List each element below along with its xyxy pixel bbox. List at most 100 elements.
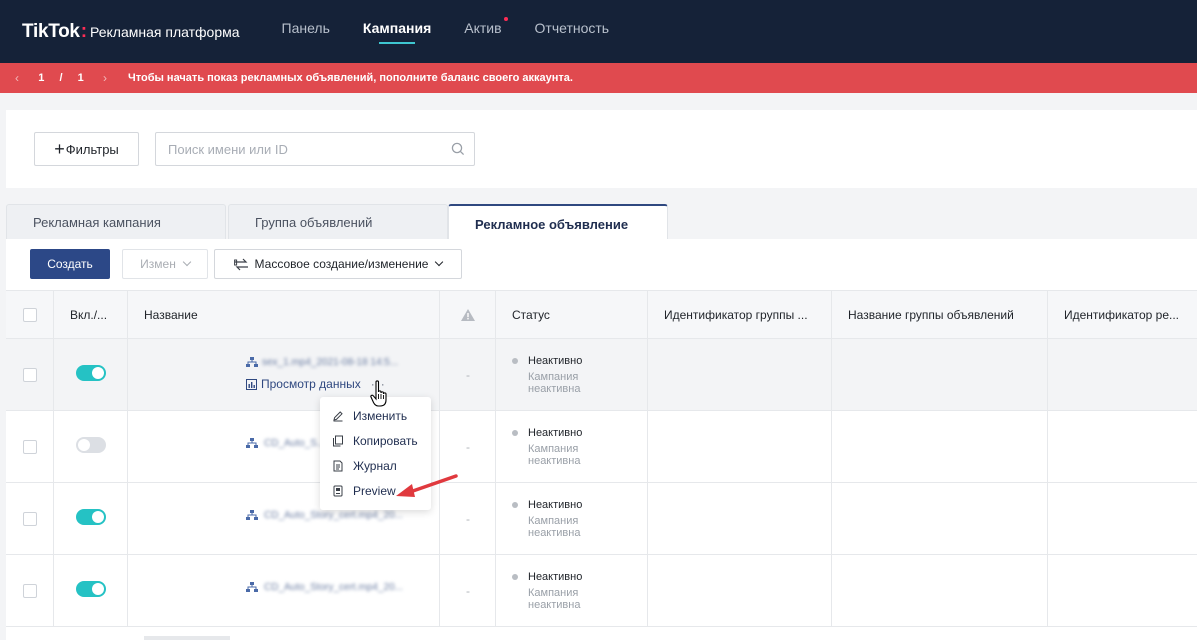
table-toolbar: Создать Измен Массовое создание/изменени… [6,239,1197,290]
tab-campaign[interactable]: Рекламная кампания [6,204,226,239]
row-checkbox[interactable] [23,584,37,598]
ad-name-link[interactable]: CD_Auto_Story_cert.mp4_20... [246,510,403,521]
table-row[interactable]: sex_1.mp4_2021-08-18 14:5... Просмотр да… [6,339,1197,411]
table-row[interactable]: CD_Auto_Story_cert.mp4_20... - Неактивно… [6,555,1197,627]
header-ad-group-id[interactable]: Идентификатор группы ... [648,291,832,339]
status-cell: Неактивно Кампания неактивна [496,555,648,626]
top-navigation-bar: TikTok : Рекламная платформа Панель Камп… [0,0,1197,63]
filter-panel: + Фильтры [6,110,1197,188]
ad-name: sex_1.mp4_2021-08-18 14:5... [262,357,399,368]
toggle-cell [54,555,128,626]
header-ad-id[interactable]: Идентификатор ре... [1048,291,1197,339]
select-cell [6,483,54,554]
tiktok-logo[interactable]: TikTok : Рекламная платформа [22,21,240,43]
create-button[interactable]: Создать [30,249,110,279]
status-cell: Неактивно Кампания неактивна [496,339,648,410]
chevron-left-icon[interactable]: ‹ [8,71,26,85]
edit-dropdown-button[interactable]: Измен [122,249,208,279]
ad-group-name-cell [832,483,1048,554]
ad-hierarchy-icon [246,510,258,520]
chevron-right-icon[interactable]: › [96,71,114,85]
alert-message: Чтобы начать показ рекламных объявлений,… [128,72,573,84]
warning-cell: - [440,339,496,410]
row-checkbox[interactable] [23,440,37,454]
filters-button-label: Фильтры [65,141,119,157]
row-checkbox[interactable] [23,368,37,382]
ads-table: Вкл./... Название Статус Идентификатор г… [6,290,1197,640]
nav-assets[interactable]: Актив [464,0,508,63]
nav-assets-label: Актив [464,20,502,36]
notification-dot [503,17,508,21]
header-status[interactable]: Статус [496,291,648,339]
menu-item-copy[interactable]: Копировать [320,428,431,453]
chevron-down-icon [435,257,444,267]
ad-name-link[interactable]: CD_Auto_Story_cert.mp4_20... [246,582,403,593]
ad-group-name-cell [832,339,1048,410]
ad-toggle[interactable] [76,581,106,597]
hand-cursor-icon [370,380,387,407]
ad-toggle[interactable] [76,437,106,453]
logo-subtitle: Рекламная платформа [90,23,240,40]
filters-button[interactable]: + Фильтры [34,132,139,166]
header-toggle[interactable]: Вкл./... [54,291,128,339]
ad-hierarchy-icon [246,438,258,448]
table-row[interactable]: CD_Auto_S... - Неактивно Кампания неакти… [6,411,1197,483]
ad-name: CD_Auto_S... [264,438,326,449]
row-checkbox[interactable] [23,512,37,526]
ad-name-link[interactable]: CD_Auto_S... [246,438,325,449]
ad-toggle[interactable] [76,365,106,381]
status-dot [512,430,518,436]
ad-group-name-cell [832,555,1048,626]
ad-group-name-cell [832,411,1048,482]
select-cell [6,411,54,482]
toggle-cell [54,411,128,482]
header-warning [440,291,496,339]
warning-cell: - [440,555,496,626]
status-text: Неактивно [528,499,583,511]
status-subtext: Кампания неактивна [528,443,581,467]
empty-value: - [466,368,470,382]
bulk-create-edit-button[interactable]: Массовое создание/изменение [214,249,462,279]
bulk-edit-icon [233,258,248,270]
ad-name-link[interactable]: sex_1.mp4_2021-08-18 14:5... [246,357,398,368]
status-dot [512,574,518,580]
status-subtext: Кампания неактивна [528,371,581,395]
search-input[interactable] [168,133,448,165]
ad-id-cell [1048,411,1197,482]
nav-campaign[interactable]: Кампания [363,0,431,63]
table-header: Вкл./... Название Статус Идентификатор г… [6,290,1197,339]
nav-dashboard[interactable]: Панель [282,0,330,63]
ad-toggle[interactable] [76,509,106,525]
search-icon[interactable] [451,142,465,156]
tab-ad-group[interactable]: Группа объявлений [228,204,448,239]
alert-pager-text: 1 / 1 [38,72,84,84]
menu-item-label: Копировать [353,433,418,448]
level-tabs: Рекламная кампания Группа объявлений Рек… [6,204,1197,239]
ad-id-cell [1048,339,1197,410]
search-box[interactable] [155,132,475,166]
ad-hierarchy-icon [246,582,258,592]
ad-name: CD_Auto_Story_cert.mp4_20... [264,510,403,521]
balance-alert-bar: ‹ 1 / 1 › Чтобы начать показ рекламных о… [0,63,1197,93]
view-data-label: Просмотр данных [261,377,361,391]
status-cell: Неактивно Кампания неактивна [496,483,648,554]
select-cell [6,339,54,410]
nav-reporting[interactable]: Отчетность [535,0,610,63]
ad-group-id-cell [648,555,832,626]
tab-ad[interactable]: Рекламное объявление [448,204,668,239]
select-cell [6,555,54,626]
status-text: Неактивно [528,571,583,583]
view-data-link[interactable]: Просмотр данных ··· [246,377,386,391]
status-dot [512,502,518,508]
name-cell: CD_Auto_Story_cert.mp4_20... [128,555,440,626]
header-name[interactable]: Название [128,291,440,339]
warning-icon [460,309,475,321]
header-select-cell [6,291,54,339]
table-row[interactable]: CD_Auto_Story_cert.mp4_20... - Неактивно… [6,483,1197,555]
header-ad-group-name[interactable]: Название группы объявлений [832,291,1048,339]
logo-colon: : [80,20,88,42]
select-all-checkbox[interactable] [23,308,37,322]
ad-id-cell [1048,483,1197,554]
status-text: Неактивно [528,355,583,367]
logo-brand: TikTok [22,20,80,42]
